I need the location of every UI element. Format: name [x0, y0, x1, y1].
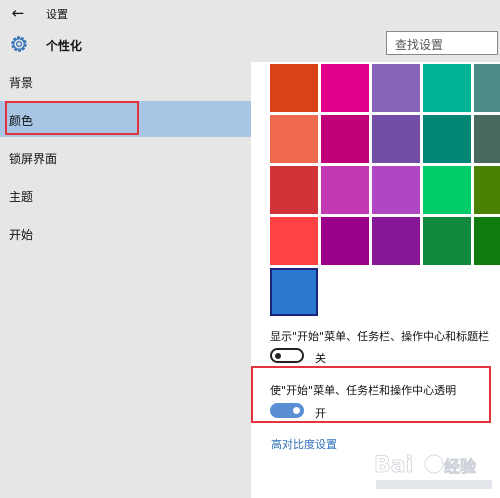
color-swatch[interactable] [372, 115, 420, 163]
color-swatch[interactable] [474, 166, 500, 214]
color-swatch[interactable] [423, 115, 471, 163]
main-panel: 显示"开始"菜单、任务栏、操作中心和标题栏 关 使"开始"菜单、任务栏和操作中心… [251, 62, 500, 498]
color-swatch-grid [270, 64, 500, 316]
color-swatch[interactable] [372, 166, 420, 214]
back-arrow-icon[interactable]: ← [8, 4, 28, 22]
color-swatch[interactable] [372, 217, 420, 265]
color-swatch[interactable] [321, 115, 369, 163]
color-swatch[interactable] [270, 64, 318, 112]
color-swatch[interactable] [321, 166, 369, 214]
search-input[interactable]: 查找设置 [386, 31, 498, 55]
color-swatch[interactable] [474, 115, 500, 163]
show-color-toggle[interactable] [270, 348, 304, 363]
gear-icon [11, 36, 27, 52]
color-swatch[interactable] [423, 64, 471, 112]
toggle-knob [275, 352, 281, 359]
highlight-annotation-transparency [251, 366, 491, 423]
sidebar-item-themes[interactable]: 主题 [0, 177, 251, 213]
baidu-watermark-logo: Bai 经验 [374, 453, 492, 489]
color-swatch[interactable] [474, 217, 500, 265]
svg-text:经验: 经验 [444, 457, 477, 476]
sidebar-item-start[interactable]: 开始 [0, 215, 251, 251]
sidebar-item-lock-screen[interactable]: 锁屏界面 [0, 139, 251, 175]
color-swatch[interactable] [270, 217, 318, 265]
svg-text:Bai: Bai [374, 453, 413, 478]
color-swatch[interactable] [474, 64, 500, 112]
page-title: 个性化 [46, 39, 83, 53]
color-swatch-selected[interactable] [270, 268, 318, 316]
color-swatch[interactable] [321, 64, 369, 112]
color-swatch[interactable] [423, 217, 471, 265]
high-contrast-settings-link[interactable]: 高对比度设置 [271, 436, 337, 452]
window-title: 设置 [46, 8, 68, 21]
show-color-state: 关 [315, 352, 326, 365]
color-swatch[interactable] [372, 64, 420, 112]
color-swatch[interactable] [270, 115, 318, 163]
color-swatch[interactable] [423, 166, 471, 214]
color-swatch[interactable] [270, 166, 318, 214]
sidebar-item-background[interactable]: 背景 [0, 63, 251, 99]
page-header: 个性化 查找设置 [0, 26, 500, 62]
color-swatch[interactable] [321, 217, 369, 265]
highlight-annotation-colors [5, 101, 139, 135]
show-color-label: 显示"开始"菜单、任务栏、操作中心和标题栏 [270, 330, 490, 343]
title-bar: ← 设置 [0, 0, 500, 26]
